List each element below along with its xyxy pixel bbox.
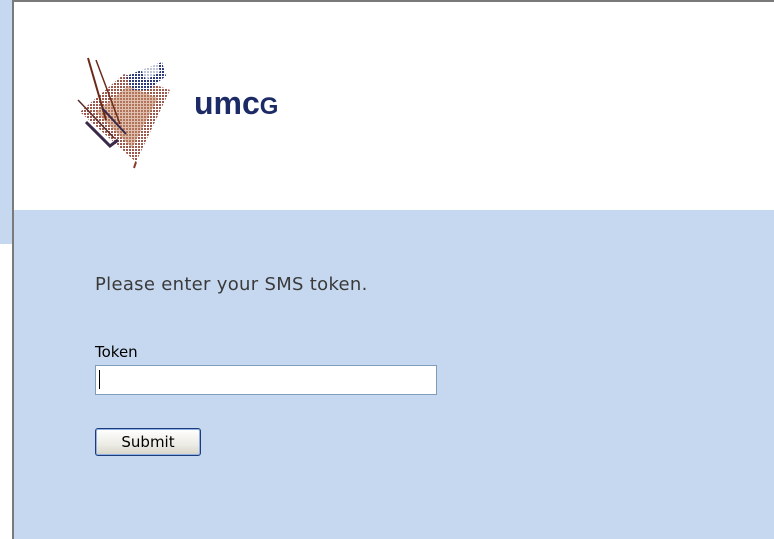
header: umcG: [14, 2, 774, 210]
submit-button[interactable]: Submit: [95, 428, 201, 456]
sms-token-page: umcG Please enter your SMS token. Token …: [0, 0, 774, 539]
brand-name-main: umc: [194, 85, 260, 121]
brand-name-suffix: G: [259, 93, 279, 120]
text-caret: [99, 370, 100, 389]
brand-name: umcG: [194, 83, 278, 127]
left-gutter-lower: [0, 244, 12, 539]
umcg-logo-icon: [66, 50, 186, 170]
main-panel: umcG Please enter your SMS token. Token …: [12, 0, 774, 539]
token-form: Please enter your SMS token. Token Submi…: [14, 210, 774, 539]
token-label: Token: [95, 343, 138, 361]
token-input[interactable]: [95, 365, 437, 395]
left-gutter: [0, 0, 12, 244]
instruction-text: Please enter your SMS token.: [95, 274, 368, 295]
